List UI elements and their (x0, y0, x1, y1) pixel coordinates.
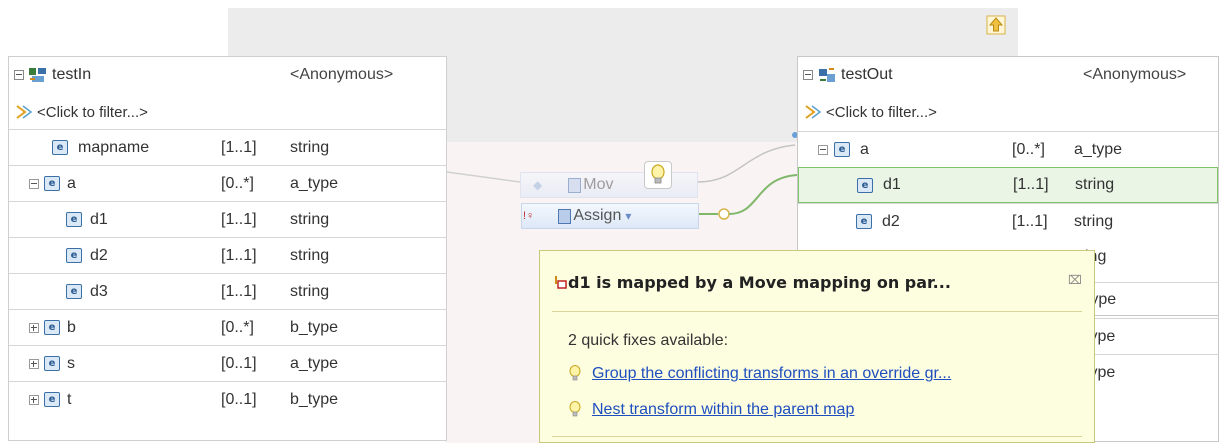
input-object-name: testIn (52, 66, 92, 83)
expand-icon[interactable] (29, 359, 39, 369)
output-row-d1[interactable]: e d1 [1..1] string (798, 167, 1218, 203)
filter-icon (805, 105, 822, 119)
input-row-d1[interactable]: e d1 [1..1] string (9, 201, 446, 237)
filter-placeholder: <Click to filter...> (37, 103, 148, 121)
element-icon: e (857, 178, 873, 193)
input-row-t[interactable]: e t [0..1] b_type (9, 381, 446, 417)
element-icon: e (52, 140, 68, 155)
chevron-down-icon[interactable]: ▾ (625, 209, 631, 223)
collapse-icon[interactable] (803, 70, 813, 80)
element-icon: e (44, 356, 60, 371)
collapse-icon[interactable] (14, 70, 24, 80)
quick-fix-item-2[interactable]: Nest transform within the parent map (568, 401, 854, 419)
input-row-d3[interactable]: e d3 [1..1] string (9, 273, 446, 309)
lightbulb-icon (569, 401, 581, 417)
input-row-b[interactable]: e b [0..*] b_type (9, 309, 446, 345)
quick-fix-link-group[interactable]: Group the conflicting transforms in an o… (592, 365, 951, 383)
element-icon: e (44, 176, 60, 191)
input-header: testIn <Anonymous> (9, 57, 446, 93)
element-icon: e (44, 320, 60, 335)
quick-fix-item-1[interactable]: Group the conflicting transforms in an o… (568, 365, 951, 383)
expand-icon[interactable] (29, 323, 39, 333)
output-header: testOut <Anonymous> (798, 57, 1218, 93)
popup-title: d1 is mapped by a Move mapping on par... (568, 273, 951, 292)
element-icon: e (44, 392, 60, 407)
output-object-name: testOut (841, 66, 893, 83)
input-row-mapname[interactable]: e mapname [1..1] string (9, 129, 446, 165)
error-marker-icon: !♀ (523, 210, 535, 222)
output-filter[interactable]: <Click to filter...> (798, 95, 937, 129)
quick-fix-link-nest[interactable]: Nest transform within the parent map (592, 401, 854, 419)
navigate-up-icon[interactable] (985, 14, 1007, 36)
filter-placeholder: <Click to filter...> (826, 103, 937, 121)
business-object-icon (819, 68, 835, 82)
divider (552, 311, 1082, 312)
input-filter[interactable]: <Click to filter...> (9, 95, 148, 129)
element-icon: e (66, 212, 82, 227)
diamond-icon: ◆ (533, 178, 543, 192)
element-icon: e (66, 284, 82, 299)
filter-icon (16, 105, 33, 119)
collapse-icon[interactable] (29, 179, 39, 189)
output-row-d2[interactable]: e d2 [1..1] string (798, 203, 1218, 239)
output-row-a[interactable]: e a [0..*] a_type (798, 131, 1218, 167)
input-object-type: <Anonymous> (290, 66, 394, 83)
output-object-type: <Anonymous> (1083, 66, 1187, 83)
lightbulb-icon[interactable] (644, 161, 672, 189)
transform-icon (568, 177, 582, 193)
expand-icon[interactable] (29, 395, 39, 405)
transform-icon (558, 208, 572, 224)
close-icon[interactable]: ⌧ (1068, 273, 1082, 287)
input-row-s[interactable]: e s [0..1] a_type (9, 345, 446, 381)
collapse-icon[interactable] (818, 145, 828, 155)
error-icon (555, 276, 567, 289)
business-object-icon (29, 68, 46, 82)
lightbulb-icon (569, 365, 581, 381)
input-row-a[interactable]: e a [0..*] a_type (9, 165, 446, 201)
quick-fix-popup: d1 is mapped by a Move mapping on par...… (539, 250, 1095, 443)
element-icon: e (834, 142, 850, 157)
divider (552, 436, 1082, 437)
assign-transform[interactable]: !♀ Assign ▾ (521, 203, 699, 229)
popup-message: 2 quick fixes available: (568, 332, 729, 349)
input-row-d2[interactable]: e d2 [1..1] string (9, 237, 446, 273)
element-icon: e (856, 214, 872, 229)
element-icon: e (66, 248, 82, 263)
input-business-object-panel: testIn <Anonymous> <Click to filter...> … (8, 56, 447, 441)
